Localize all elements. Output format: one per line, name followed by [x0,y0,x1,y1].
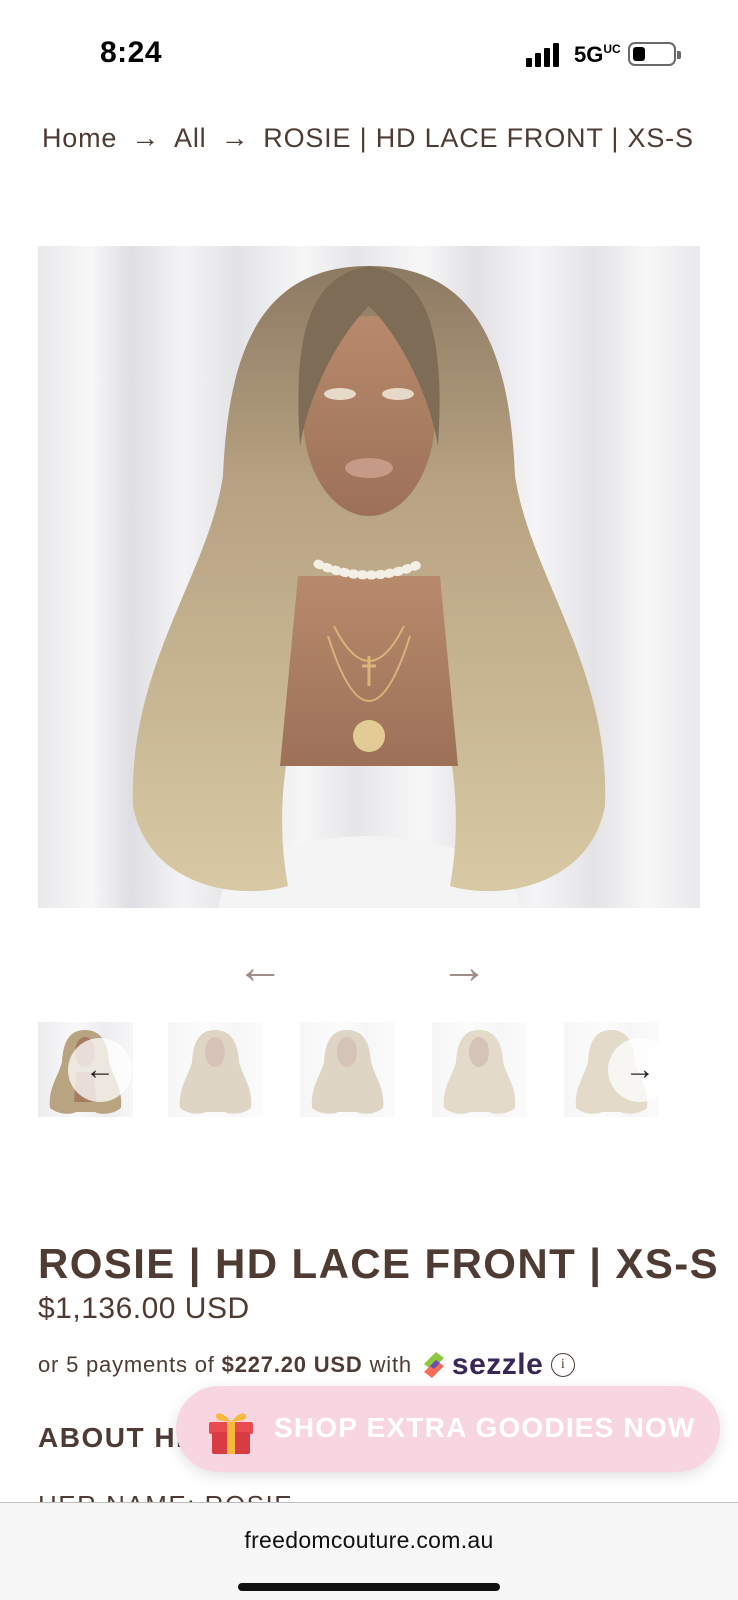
status-bar: 8:24 5GUC [0,0,738,100]
installments-line: or 5 payments of $227.20 USD with sezzle… [38,1348,576,1382]
status-time: 8:24 [100,36,163,69]
product-title: ROSIE | HD LACE FRONT | XS-S [38,1240,720,1287]
her-name-line: HER NAME: ROSIE [38,1492,293,1502]
info-icon[interactable]: i [551,1353,576,1377]
installments-suffix: with [369,1352,412,1377]
signal-icon [526,43,562,67]
breadcrumb-home[interactable]: Home [42,123,117,154]
battery-icon [628,42,681,66]
product-main-image[interactable] [38,246,700,908]
gallery-next-button[interactable]: → [440,940,488,995]
breadcrumb: Home → All → ROSIE | HD LACE FRONT | XS-… [42,122,694,154]
thumbnail[interactable] [432,1022,527,1117]
sezzle-icon [423,1352,444,1378]
breadcrumb-all[interactable]: All [174,123,206,154]
sezzle-wordmark: sezzle [451,1348,544,1381]
thumbnail[interactable] [168,1022,263,1117]
thumbnail[interactable] [300,1022,395,1117]
arrow-right-icon: → [131,122,161,153]
installments-prefix: or 5 payments of [38,1352,215,1377]
url-bar[interactable]: freedomcouture.com.au [0,1527,738,1554]
arrow-right-icon: → [220,122,250,153]
browser-bar: freedomcouture.com.au [0,1502,738,1600]
sezzle-logo[interactable]: sezzle [420,1348,543,1382]
breadcrumb-current: ROSIE | HD LACE FRONT | XS-S [263,122,694,153]
gallery-prev-button[interactable]: ← [236,940,284,995]
shop-goodies-button[interactable]: SHOP EXTRA GOODIES NOW [176,1386,720,1472]
thumbnail-prev-button[interactable]: ← [68,1038,132,1102]
product-price: $1,136.00 USD [38,1292,250,1325]
gift-icon [209,1413,253,1454]
home-indicator[interactable] [238,1583,500,1591]
wig-mannequin-image [132,266,606,908]
shop-goodies-label: SHOP EXTRA GOODIES NOW [274,1412,696,1443]
thumbnail-next-button[interactable]: → [608,1038,672,1102]
installments-amount: $227.20 USD [221,1352,363,1377]
network-indicator: 5GUC [574,42,621,67]
